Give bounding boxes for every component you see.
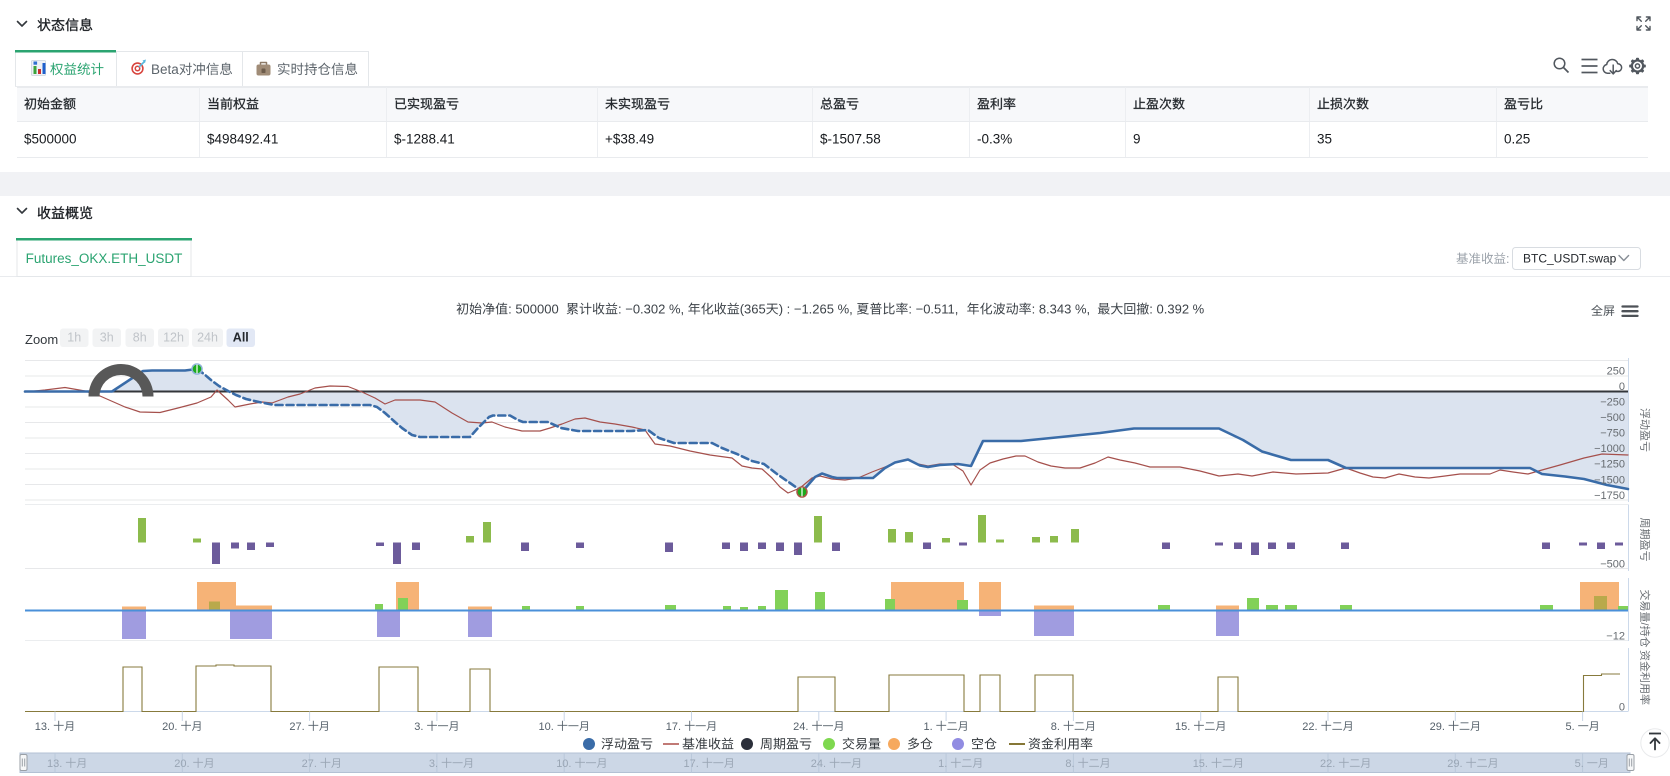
svg-text:250: 250: [1607, 366, 1625, 378]
svg-text:: 0.392 %: : 0.392 %: [1149, 302, 1204, 317]
svg-text:10.: 10.: [539, 721, 554, 733]
svg-text:5.: 5.: [1566, 721, 1575, 733]
svg-text:3h: 3h: [100, 331, 114, 345]
svg-text:−1250: −1250: [1594, 459, 1625, 471]
svg-text:1.: 1.: [938, 758, 947, 770]
svg-text:8h: 8h: [133, 331, 147, 345]
svg-text:: 500000: : 500000: [508, 302, 559, 317]
svg-text:−1500: −1500: [1594, 475, 1625, 487]
svg-text:35: 35: [1317, 132, 1332, 147]
svg-text:Zoom: Zoom: [25, 332, 58, 347]
svg-text::: :: [1506, 252, 1509, 266]
svg-text:29.: 29.: [1447, 758, 1462, 770]
svg-text:1h: 1h: [67, 331, 81, 345]
svg-text:−12: −12: [1606, 631, 1625, 643]
svg-text:15.: 15.: [1175, 721, 1190, 733]
svg-text:17.: 17.: [684, 758, 699, 770]
svg-text:17.: 17.: [666, 721, 681, 733]
svg-text:−1750: −1750: [1594, 490, 1625, 502]
svg-text:−750: −750: [1600, 428, 1625, 440]
svg-text:0.25: 0.25: [1504, 132, 1530, 147]
svg-text:-0.3%: -0.3%: [977, 132, 1012, 147]
svg-text:Futures_OKX.ETH_USDT: Futures_OKX.ETH_USDT: [26, 251, 183, 266]
svg-text:: −0.302 %,: : −0.302 %,: [618, 302, 684, 317]
svg-text:22.: 22.: [1320, 758, 1335, 770]
svg-text:) : −1.265 %,: ) : −1.265 %,: [779, 302, 853, 317]
svg-text:−500: −500: [1600, 559, 1625, 571]
svg-text:−500: −500: [1600, 412, 1625, 424]
svg-text:13.: 13.: [35, 721, 50, 733]
svg-text:24h: 24h: [197, 331, 218, 345]
svg-text:$498492.41: $498492.41: [207, 132, 278, 147]
svg-text:3.: 3.: [414, 721, 423, 733]
svg-text:24.: 24.: [793, 721, 808, 733]
svg-text:BTC_USDT.swap: BTC_USDT.swap: [1523, 252, 1617, 266]
svg-text:$-1288.41: $-1288.41: [394, 132, 455, 147]
svg-text:−1000: −1000: [1594, 443, 1625, 455]
svg-text:24.: 24.: [811, 758, 826, 770]
svg-text:9: 9: [1133, 132, 1141, 147]
svg-text:20.: 20.: [162, 721, 177, 733]
svg-text:27.: 27.: [302, 758, 317, 770]
svg-text:: −0.511,: : −0.511,: [908, 302, 958, 317]
svg-text:15.: 15.: [1193, 758, 1208, 770]
svg-text:8.: 8.: [1065, 758, 1074, 770]
svg-text:: 8.343 %,: : 8.343 %,: [1032, 302, 1091, 317]
svg-text:−250: −250: [1600, 397, 1625, 409]
svg-text:1.: 1.: [924, 721, 933, 733]
svg-text:27.: 27.: [289, 721, 304, 733]
svg-text:22.: 22.: [1302, 721, 1317, 733]
svg-text:3.: 3.: [429, 758, 438, 770]
svg-text:+$38.49: +$38.49: [605, 132, 654, 147]
svg-text:20.: 20.: [174, 758, 189, 770]
svg-text:5.: 5.: [1575, 758, 1584, 770]
svg-text:All: All: [233, 331, 249, 345]
svg-text:(365: (365: [740, 302, 766, 317]
svg-text:0: 0: [1619, 381, 1625, 393]
svg-text:13.: 13.: [47, 758, 62, 770]
svg-text:8.: 8.: [1051, 721, 1060, 733]
svg-text:Beta: Beta: [151, 62, 179, 77]
svg-text:12h: 12h: [163, 331, 184, 345]
svg-text:0: 0: [1619, 702, 1625, 714]
svg-text:29.: 29.: [1430, 721, 1445, 733]
svg-text:$-1507.58: $-1507.58: [820, 132, 881, 147]
svg-text:10.: 10.: [556, 758, 571, 770]
svg-text:$500000: $500000: [24, 132, 77, 147]
